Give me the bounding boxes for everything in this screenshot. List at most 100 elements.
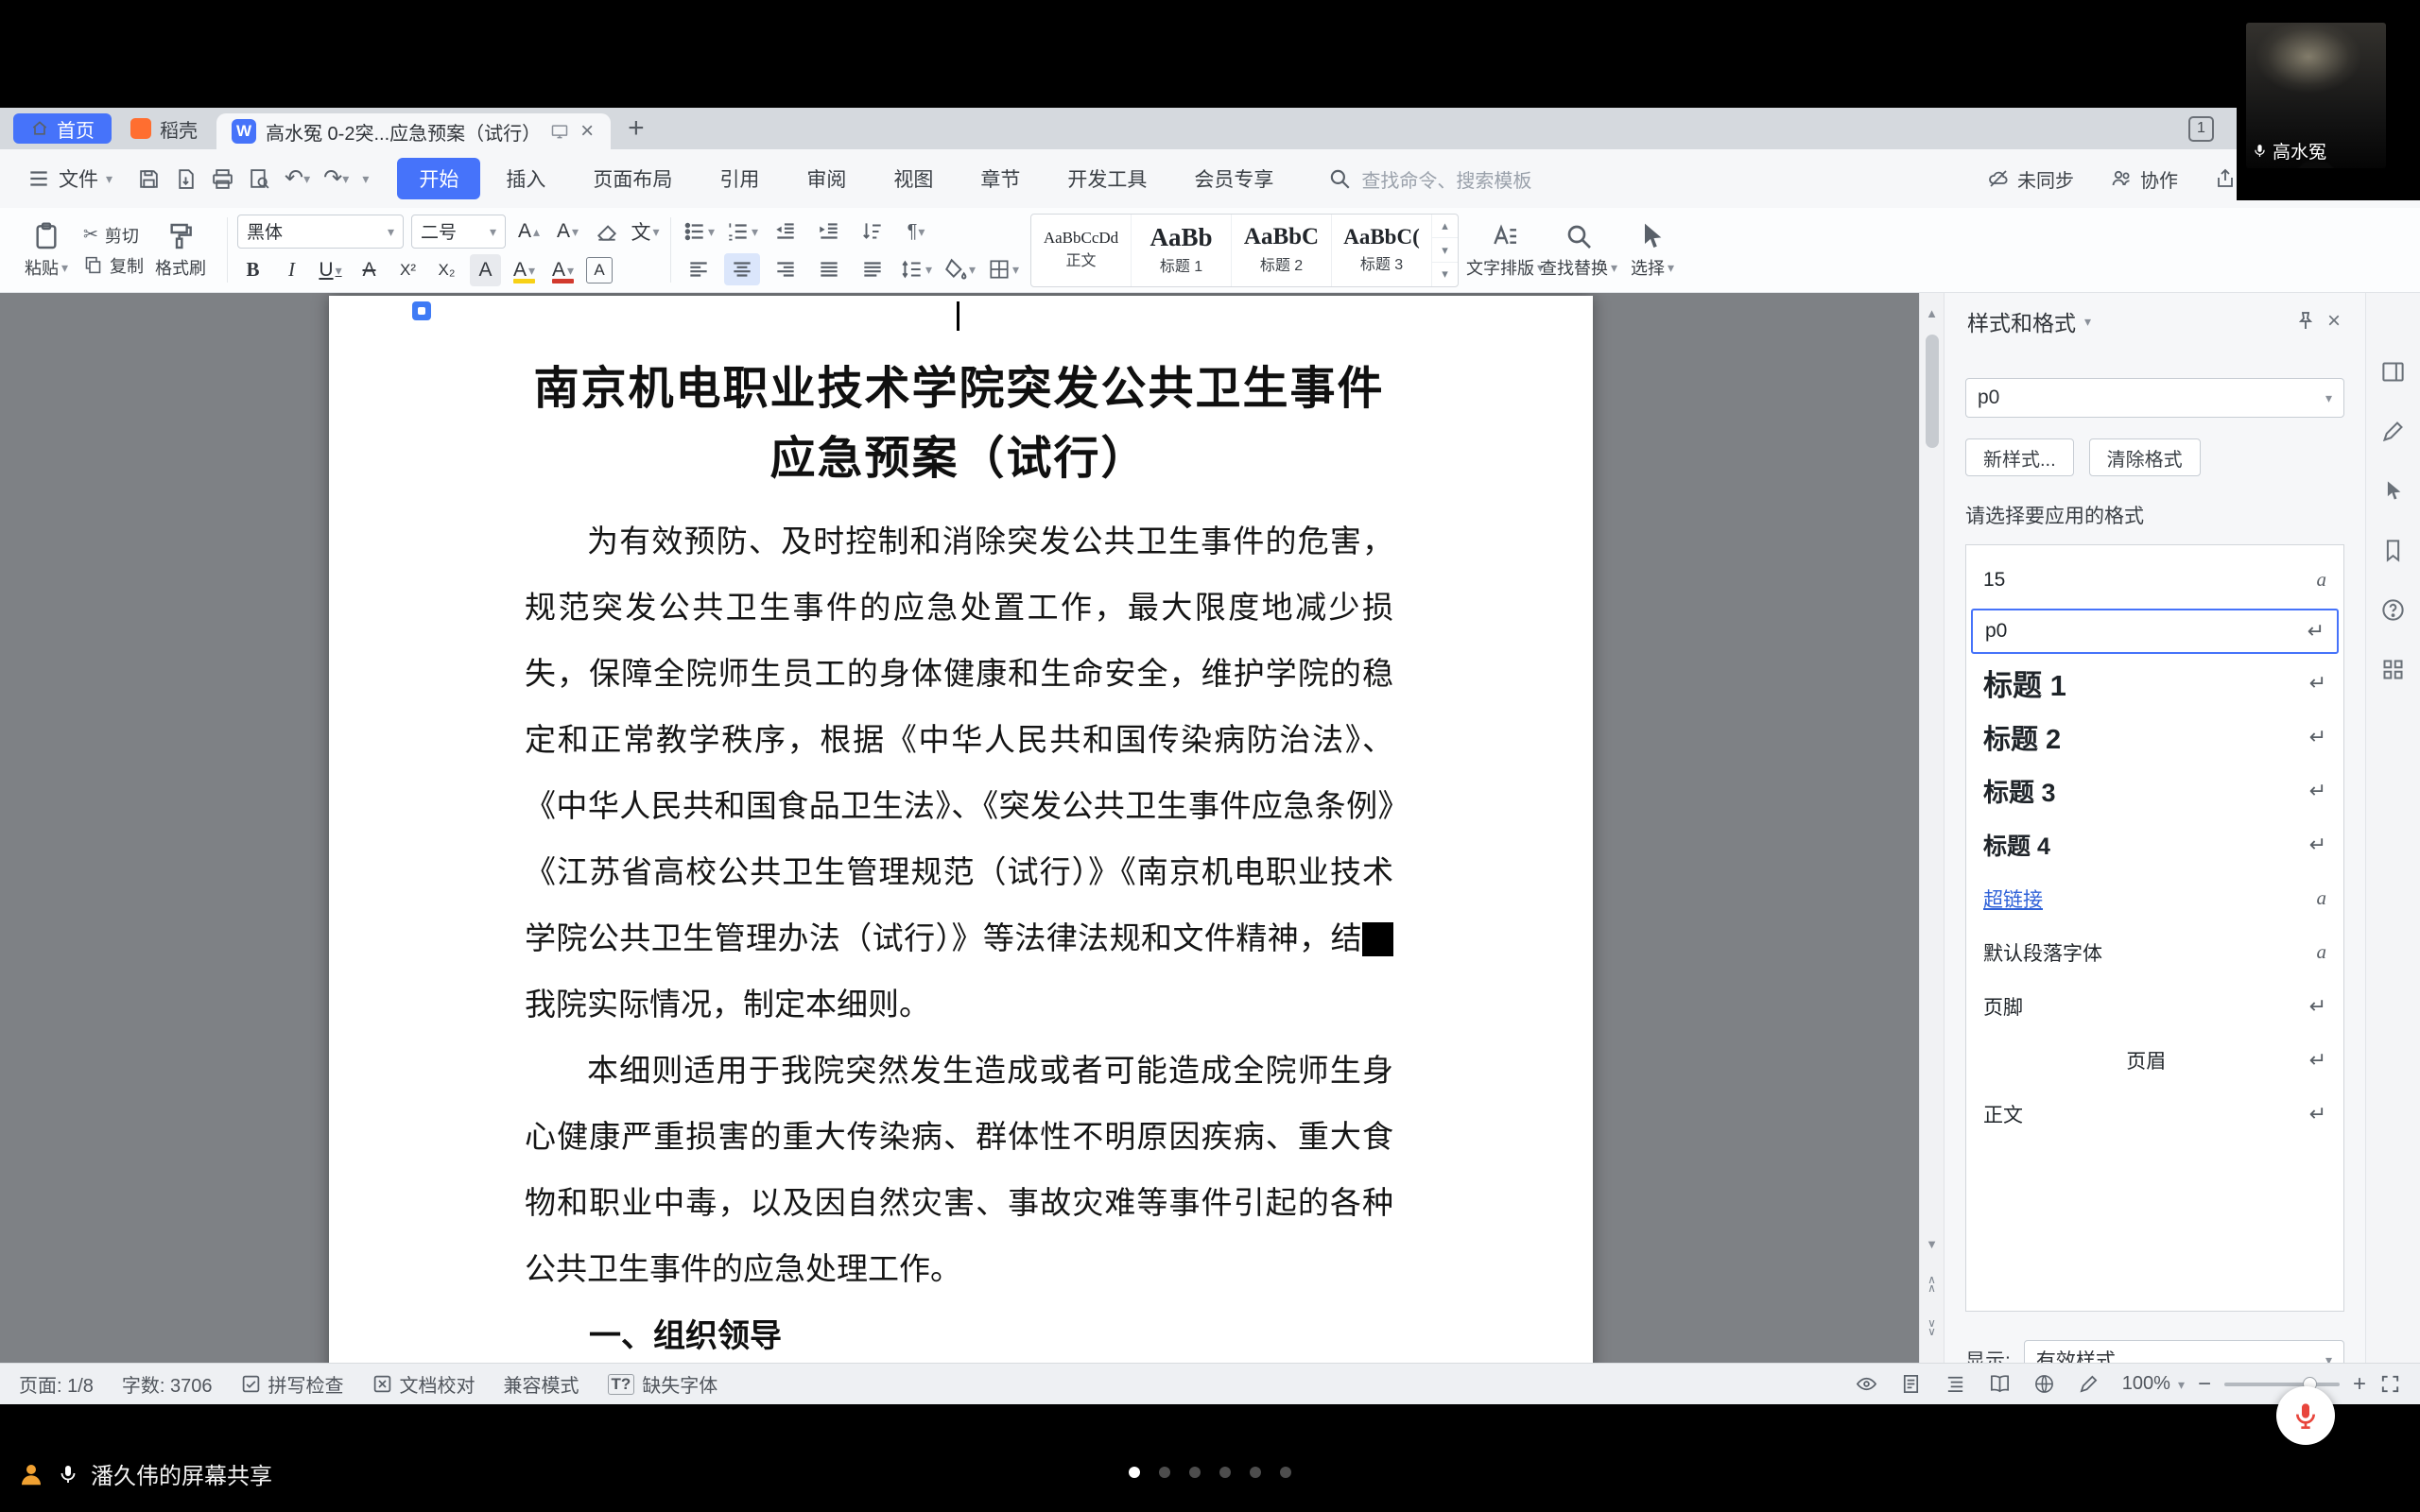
tab-page-layout[interactable]: 页面布局 — [571, 158, 694, 199]
decrease-indent-button[interactable] — [768, 215, 804, 248]
dot[interactable] — [1189, 1467, 1201, 1478]
style-item[interactable]: 正文↵ — [1966, 1087, 2343, 1141]
char-border-button[interactable]: A — [586, 257, 613, 284]
proofread-toggle[interactable]: 文档校对 — [372, 1370, 475, 1398]
help-icon[interactable] — [2380, 597, 2406, 623]
chevron-down-icon[interactable]: ▾ — [2084, 315, 2091, 328]
dot[interactable] — [1159, 1467, 1170, 1478]
shading-button[interactable]: ▾ — [942, 253, 977, 285]
previous-page-button[interactable]: ∧∧ — [1920, 1276, 1944, 1293]
tab-home[interactable]: 开始 — [397, 158, 480, 199]
panel-layout-icon[interactable] — [2380, 359, 2406, 385]
pin-icon[interactable] — [2294, 310, 2317, 333]
char-shading-button[interactable]: A — [470, 254, 501, 286]
justify-button[interactable] — [811, 253, 847, 285]
style-item[interactable]: 超链接a — [1966, 871, 2343, 925]
window-count-badge[interactable]: 1 — [2188, 116, 2214, 142]
clear-format-button[interactable] — [591, 215, 622, 248]
paste-button[interactable]: 粘贴▾ — [9, 221, 83, 280]
compat-mode-label[interactable]: 兼容模式 — [504, 1370, 579, 1398]
web-layout-icon[interactable] — [2033, 1373, 2055, 1395]
next-page-button[interactable]: ∨∨ — [1920, 1319, 1944, 1336]
page-view-icon[interactable] — [1900, 1373, 1922, 1395]
zoom-in-button[interactable]: + — [2353, 1373, 2366, 1396]
eye-protect-icon[interactable] — [1856, 1373, 1877, 1395]
tab-section[interactable]: 章节 — [959, 158, 1042, 199]
font-size-combo[interactable]: 二号▾ — [411, 215, 506, 249]
edit-mode-icon[interactable] — [2078, 1373, 2100, 1395]
align-center-button[interactable] — [724, 253, 760, 285]
find-replace-button[interactable]: 查找替换▾ — [1542, 221, 1616, 280]
style-item[interactable]: 标题 3↵ — [1966, 764, 2343, 817]
copy-button[interactable]: 复制 — [83, 253, 144, 278]
style-heading3[interactable]: AaBbC( 标题 3 — [1332, 215, 1432, 286]
style-item[interactable]: 15a — [1966, 553, 2343, 607]
increase-indent-button[interactable] — [811, 215, 847, 248]
word-count[interactable]: 字数: 3706 — [122, 1370, 213, 1398]
file-menu[interactable]: 文件 ▾ — [17, 164, 122, 193]
gallery-down-button[interactable]: ▾ — [1432, 238, 1458, 263]
tab-review[interactable]: 审阅 — [785, 158, 868, 199]
select-button[interactable]: 选择▾ — [1616, 221, 1689, 280]
document-page[interactable]: 南京机电职业技术学院突发公共卫生事件 应急预案（试行） 为有效预防、及时控制和消… — [329, 296, 1593, 1363]
scroll-up-icon[interactable]: ▲ — [1920, 306, 1944, 320]
new-style-button[interactable]: 新样式... — [1965, 438, 2074, 476]
show-marks-button[interactable]: ¶▾ — [898, 215, 934, 248]
grow-font-button[interactable]: A▴ — [513, 215, 544, 248]
command-search[interactable]: 查找命令、搜索模板 — [1327, 165, 1531, 193]
bullets-button[interactable]: ▾ — [681, 215, 717, 248]
underline-button[interactable]: U▾ — [315, 254, 346, 286]
style-item[interactable]: 标题 2↵ — [1966, 710, 2343, 764]
export-pdf-button[interactable] — [170, 163, 201, 195]
style-item-selected[interactable]: p0↵ — [1971, 609, 2339, 654]
fullscreen-icon[interactable] — [2379, 1373, 2401, 1395]
strikethrough-button[interactable]: A — [354, 254, 385, 286]
italic-button[interactable]: I — [276, 254, 307, 286]
save-button[interactable] — [133, 163, 164, 195]
zoom-out-button[interactable]: − — [2198, 1373, 2211, 1396]
subscript-button[interactable]: X₂ — [431, 254, 462, 286]
bold-button[interactable]: B — [237, 254, 268, 286]
gallery-more-button[interactable]: ▾ — [1432, 263, 1458, 286]
align-right-button[interactable] — [768, 253, 804, 285]
style-item[interactable]: 页脚↵ — [1966, 979, 2343, 1033]
tab-member[interactable]: 会员专享 — [1172, 158, 1295, 199]
numbering-button[interactable]: ▾ — [724, 215, 760, 248]
cut-button[interactable]: ✂剪切 — [83, 223, 144, 248]
new-tab-button[interactable]: + — [628, 114, 645, 143]
tab-insert[interactable]: 插入 — [484, 158, 567, 199]
sort-button[interactable] — [855, 215, 890, 248]
show-filter-combo[interactable]: 有效样式 ▾ — [2024, 1340, 2344, 1363]
highlight-color-button[interactable]: A▾ — [509, 254, 540, 286]
docer-tab[interactable]: 稻壳 — [112, 108, 216, 149]
font-color-button[interactable]: A▾ — [547, 254, 579, 286]
scrollbar-thumb[interactable] — [1926, 335, 1939, 448]
borders-button[interactable]: ▾ — [985, 253, 1021, 285]
tab-references[interactable]: 引用 — [698, 158, 781, 199]
participant-video[interactable]: 高水冤 — [2246, 23, 2386, 168]
read-mode-icon[interactable] — [1989, 1373, 2011, 1395]
print-preview-button[interactable] — [244, 163, 275, 195]
tab-developer[interactable]: 开发工具 — [1046, 158, 1168, 199]
phonetic-guide-button[interactable]: 文▾ — [630, 215, 661, 248]
customize-toolbar-button[interactable]: ▾ — [358, 168, 372, 189]
close-tab-icon[interactable]: × — [579, 120, 596, 143]
meeting-mic-button[interactable] — [2276, 1386, 2335, 1445]
page-indicator[interactable]: 页面: 1/8 — [19, 1370, 94, 1398]
style-item[interactable]: 页眉↵ — [1966, 1033, 2343, 1087]
document-tab[interactable]: W 高水冤 0-2突...应急预案（试行） × — [216, 113, 611, 149]
shrink-font-button[interactable]: A▾ — [552, 215, 583, 248]
distribute-button[interactable] — [855, 253, 890, 285]
align-left-button[interactable] — [681, 253, 717, 285]
sync-status-button[interactable]: 未同步 — [1987, 165, 2074, 193]
redo-button[interactable]: ↷▾ — [320, 163, 353, 194]
tab-view[interactable]: 视图 — [872, 158, 955, 199]
style-item[interactable]: 默认段落字体a — [1966, 925, 2343, 979]
page-marker-icon[interactable] — [412, 301, 431, 320]
scroll-down-icon[interactable]: ▼ — [1920, 1237, 1944, 1251]
clear-format-button[interactable]: 清除格式 — [2089, 438, 2201, 476]
line-spacing-button[interactable]: ▾ — [898, 253, 934, 285]
home-button[interactable]: 首页 — [13, 113, 112, 144]
style-heading1[interactable]: AaBb 标题 1 — [1132, 215, 1232, 286]
text-layout-button[interactable]: 文字排版▾ — [1468, 221, 1542, 280]
